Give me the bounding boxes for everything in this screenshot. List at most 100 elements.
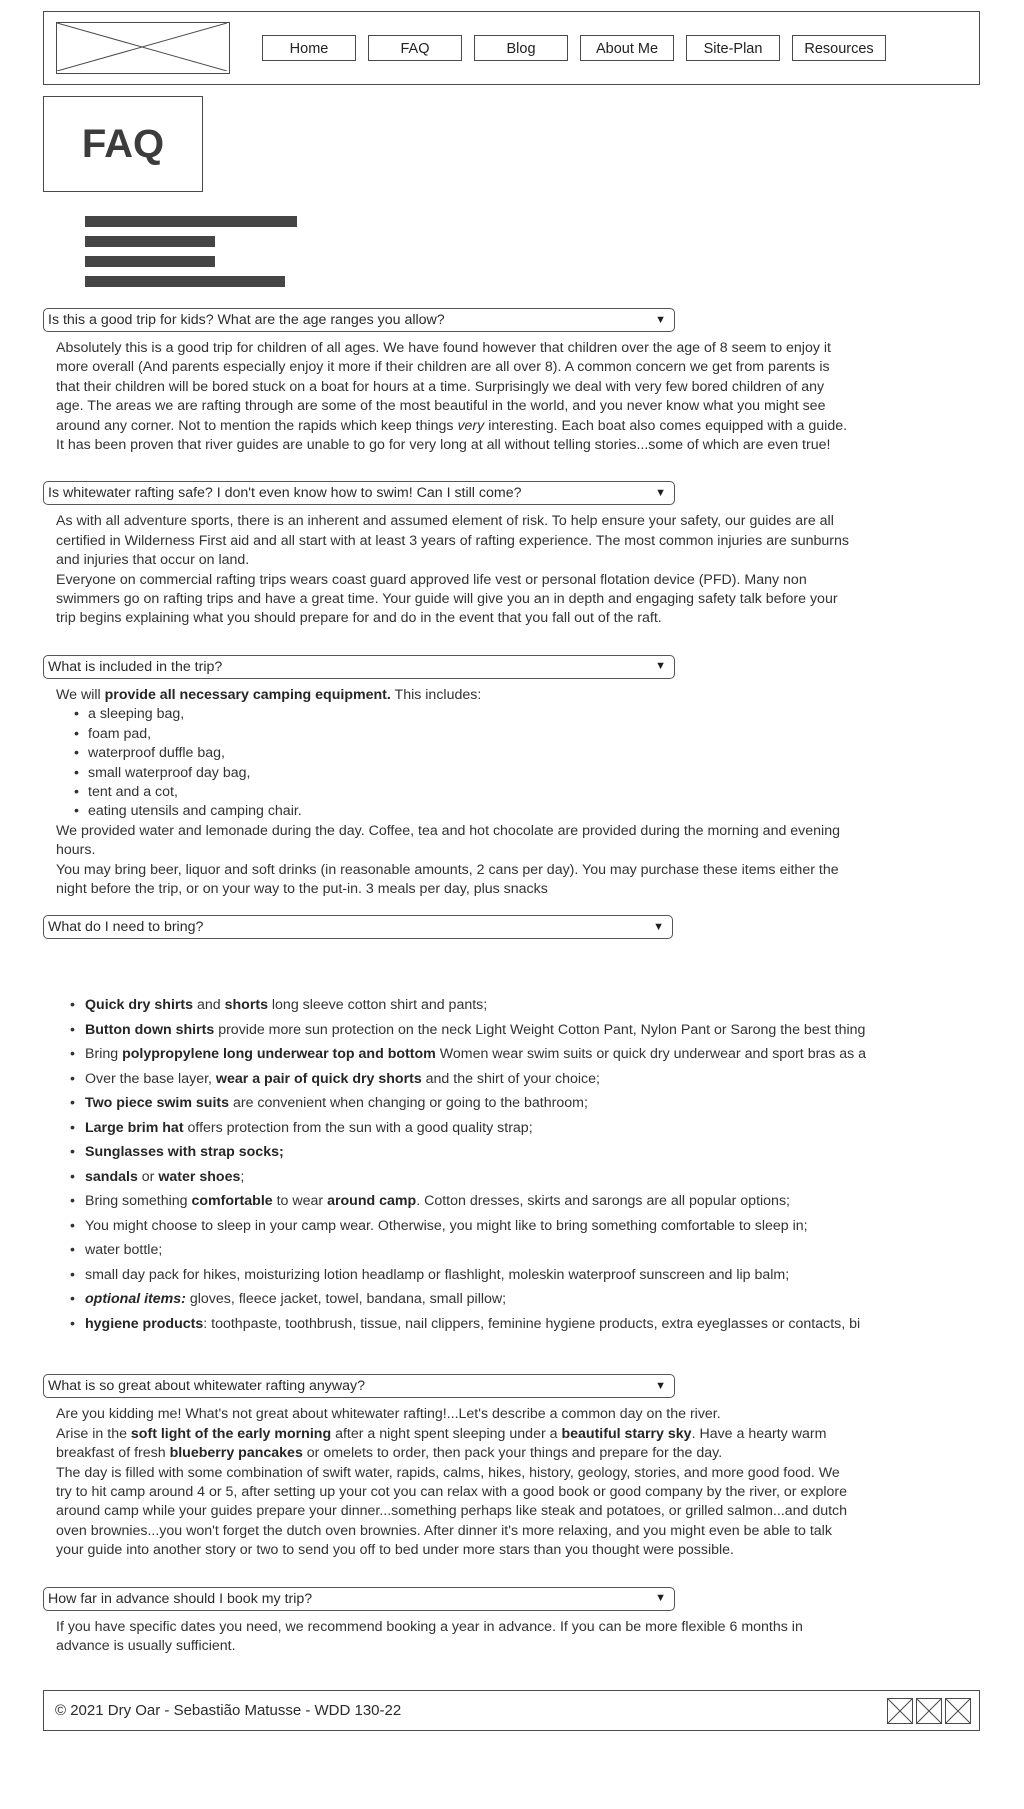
faq-item-safety: Is whitewater rafting safe? I don't even…	[43, 481, 1024, 628]
faq-question-label: What do I need to bring?	[48, 919, 204, 936]
list-item: tent and a cot,	[74, 783, 1024, 802]
list-item: Button down shirts provide more sun prot…	[70, 1018, 1024, 1043]
placeholder-cross-icon	[57, 23, 227, 71]
chevron-down-icon: ▼	[655, 1379, 666, 1392]
answer-line: You may bring beer, liquor and soft drin…	[56, 861, 839, 878]
nav-item-resources[interactable]: Resources	[792, 35, 886, 61]
bold-term: soft light of the early morning	[130, 1425, 332, 1442]
placeholder-bar	[85, 256, 215, 267]
list-item: optional items: gloves, fleece jacket, t…	[70, 1287, 1024, 1312]
answer-intro-line: We will provide all necessary camping eq…	[56, 686, 1024, 705]
social-placeholder-icon-1[interactable]	[887, 1697, 913, 1724]
chevron-down-icon: ▼	[655, 660, 666, 673]
page-title-box: FAQ	[43, 96, 203, 192]
main-navigation: Home FAQ Blog About Me Site-Plan Resourc…	[262, 35, 886, 61]
answer-line: The day is filled with some combination …	[56, 1464, 840, 1481]
bold-term: polypropylene long underwear top and bot…	[122, 1046, 436, 1063]
answer-line: advance is usually sufficient.	[56, 1638, 236, 1654]
nav-item-blog[interactable]: Blog	[474, 35, 568, 61]
chevron-down-icon: ▼	[655, 313, 666, 326]
faq-answer-booking: If you have specific dates you need, we …	[43, 1611, 1024, 1657]
social-links	[887, 1697, 971, 1724]
site-footer: © 2021 Dry Oar - Sebastião Matusse - WDD…	[43, 1690, 980, 1732]
list-item: eating utensils and camping chair.	[74, 802, 1024, 821]
answer-line: around camp while your guides prepare yo…	[56, 1503, 848, 1520]
bold-term: Button down shirts	[85, 1021, 215, 1038]
answer-line: age. The areas we are rafting through ar…	[56, 398, 826, 415]
faq-page: Home FAQ Blog About Me Site-Plan Resourc…	[0, 0, 1024, 1761]
bold-term: hygiene products	[85, 1315, 204, 1332]
list-item: Large brim hat offers protection from th…	[70, 1116, 1024, 1141]
nav-item-faq[interactable]: FAQ	[368, 35, 462, 61]
chevron-down-icon: ▼	[655, 486, 666, 499]
faq-question-select-booking[interactable]: How far in advance should I book my trip…	[43, 1586, 675, 1611]
faq-question-select-bring[interactable]: What do I need to bring? ▼	[43, 915, 673, 940]
faq-item-great: What is so great about whitewater raftin…	[43, 1374, 1024, 1560]
placeholder-cross-icon	[917, 1698, 941, 1723]
list-item: Sunglasses with strap socks;	[70, 1140, 1024, 1165]
list-item: foam pad,	[74, 725, 1024, 744]
placeholder-cross-icon	[888, 1698, 912, 1723]
faq-question-select-kids[interactable]: Is this a good trip for kids? What are t…	[43, 308, 675, 332]
bold-term: shorts	[224, 997, 268, 1014]
faq-answer-kids: Absolutely this is a good trip for child…	[43, 332, 1024, 455]
answer-line: It has been proven that river guides are…	[56, 437, 831, 454]
faq-answer-safety: As with all adventure sports, there is a…	[43, 505, 1024, 628]
answer-line: Absolutely this is a good trip for child…	[56, 340, 831, 356]
faq-item-included: What is included in the trip? ▼ We will …	[43, 654, 1024, 899]
bold-term: Two piece swim suits	[85, 1095, 230, 1112]
placeholder-cross-icon	[946, 1698, 970, 1723]
intro-bold: provide all necessary camping equipment.	[104, 686, 391, 703]
bold-term: Large brim hat	[85, 1119, 184, 1136]
bold-term: Quick dry shirts	[85, 997, 194, 1014]
copyright-text: © 2021 Dry Oar - Sebastião Matusse - WDD…	[55, 1702, 402, 1720]
social-placeholder-icon-3[interactable]	[945, 1697, 971, 1724]
answer-line: your guide into another story or two to …	[56, 1542, 734, 1559]
bold-term: blueberry pancakes	[169, 1445, 303, 1462]
faq-answer-great: Are you kidding me! What's not great abo…	[43, 1398, 1024, 1560]
faq-question-select-great[interactable]: What is so great about whitewater raftin…	[43, 1374, 675, 1399]
answer-line: try to hit camp around 4 or 5, after set…	[56, 1483, 847, 1500]
answer-line: Are you kidding me! What's not great abo…	[56, 1406, 721, 1423]
list-item: a sleeping bag,	[74, 705, 1024, 724]
faq-item-kids: Is this a good trip for kids? What are t…	[43, 308, 1024, 455]
social-placeholder-icon-2[interactable]	[916, 1697, 942, 1724]
faq-question-select-safety[interactable]: Is whitewater rafting safe? I don't even…	[43, 481, 675, 506]
logo-placeholder-image	[56, 22, 230, 74]
faq-question-label: How far in advance should I book my trip…	[48, 1590, 313, 1607]
equipment-list: a sleeping bag, foam pad, waterproof duf…	[56, 705, 1024, 821]
nav-item-home[interactable]: Home	[262, 35, 356, 61]
nav-item-site-plan[interactable]: Site-Plan	[686, 35, 780, 61]
chevron-down-icon: ▼	[653, 920, 664, 933]
answer-line: swimmers go on rafting trips and have a …	[56, 591, 838, 608]
answer-line: hours.	[56, 842, 96, 859]
answer-line: oven brownies...you won't forget the dut…	[56, 1522, 832, 1539]
answer-line: certified in Wilderness First aid and al…	[56, 532, 850, 549]
list-item: hygiene products: toothpaste, toothbrush…	[70, 1312, 1024, 1337]
faq-item-bring: What do I need to bring? ▼ Quick dry shi…	[43, 915, 1024, 1336]
answer-line: If you have specific dates you need, we …	[56, 1618, 803, 1635]
list-item: Bring polypropylene long underwear top a…	[70, 1042, 1024, 1067]
list-item: Bring something comfortable to wear arou…	[70, 1189, 1024, 1214]
answer-line: and injuries that occur on land.	[56, 552, 250, 569]
faq-question-label: Is this a good trip for kids? What are t…	[48, 312, 445, 328]
answer-line: that their children will be bored stuck …	[56, 378, 825, 395]
list-item: You might choose to sleep in your camp w…	[70, 1214, 1024, 1239]
placeholder-bar	[85, 276, 285, 287]
placeholder-bar	[85, 216, 297, 227]
nav-item-about-me[interactable]: About Me	[580, 35, 674, 61]
faq-question-label: What is included in the trip?	[48, 658, 223, 675]
answer-line: trip begins explaining what you should p…	[56, 610, 662, 627]
faq-question-label: What is so great about whitewater raftin…	[48, 1378, 366, 1395]
bold-term: Sunglasses with strap socks;	[85, 1144, 284, 1161]
text-placeholder-bars	[85, 216, 1024, 287]
faq-list: Is this a good trip for kids? What are t…	[0, 308, 1024, 1656]
list-item: Over the base layer, wear a pair of quic…	[70, 1067, 1024, 1092]
intro-suffix: This includes:	[394, 686, 482, 703]
list-item: Two piece swim suits are convenient when…	[70, 1091, 1024, 1116]
list-item: waterproof duffle bag,	[74, 744, 1024, 763]
faq-question-label: Is whitewater rafting safe? I don't even…	[48, 485, 522, 502]
faq-question-select-included[interactable]: What is included in the trip? ▼	[43, 654, 675, 679]
answer-line: around any corner. Not to mention the ra…	[56, 417, 848, 434]
faq-answer-bring: Quick dry shirts and shorts long sleeve …	[43, 986, 1024, 1336]
